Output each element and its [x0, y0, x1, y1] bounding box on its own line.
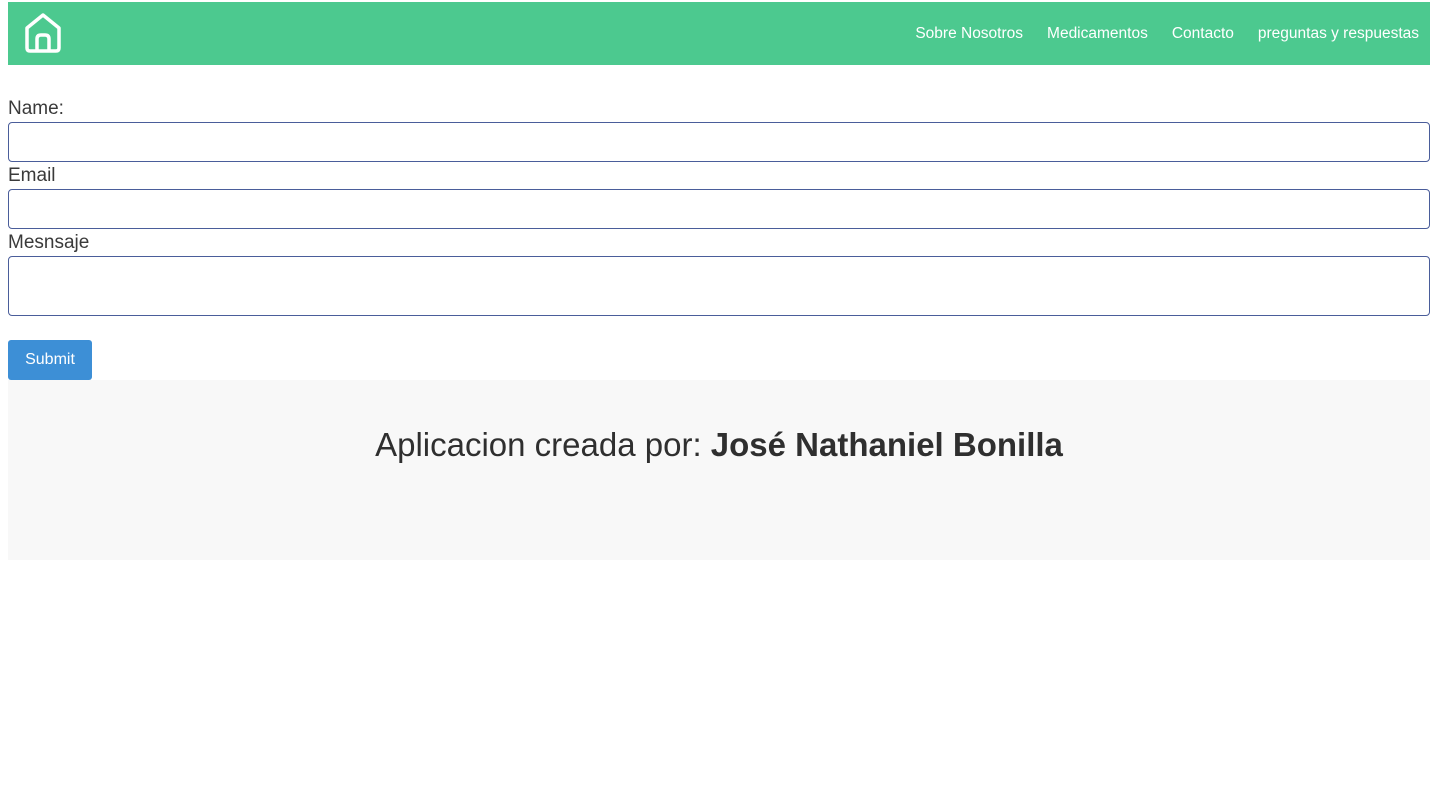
name-label: Name:	[8, 98, 64, 119]
footer-credit: Aplicacion creada por: José Nathaniel Bo…	[8, 426, 1430, 464]
nav-link-medicamentos[interactable]: Medicamentos	[1047, 25, 1148, 43]
email-input[interactable]	[8, 189, 1430, 229]
nav-links: Sobre Nosotros Medicamentos Contacto pre…	[891, 2, 1419, 65]
nav-link-preguntas-y-respuestas[interactable]: preguntas y respuestas	[1258, 25, 1419, 43]
navbar: Sobre Nosotros Medicamentos Contacto pre…	[8, 2, 1430, 65]
email-label: Email	[8, 165, 56, 186]
nav-link-sobre-nosotros[interactable]: Sobre Nosotros	[915, 25, 1023, 43]
submit-button[interactable]: Submit	[8, 340, 92, 380]
footer: Aplicacion creada por: José Nathaniel Bo…	[8, 380, 1430, 560]
home-button[interactable]	[23, 11, 63, 55]
page: Sobre Nosotros Medicamentos Contacto pre…	[0, 0, 1430, 786]
nav-link-contacto[interactable]: Contacto	[1172, 25, 1234, 43]
footer-credit-prefix: Aplicacion creada por:	[375, 426, 702, 463]
message-label: Mesnsaje	[8, 232, 90, 253]
name-input[interactable]	[8, 122, 1430, 162]
message-textarea[interactable]	[8, 256, 1430, 316]
contact-form: Name: Email Mesnsaje	[8, 96, 1430, 316]
home-icon	[25, 13, 61, 53]
footer-author-name: José Nathaniel Bonilla	[710, 426, 1063, 463]
